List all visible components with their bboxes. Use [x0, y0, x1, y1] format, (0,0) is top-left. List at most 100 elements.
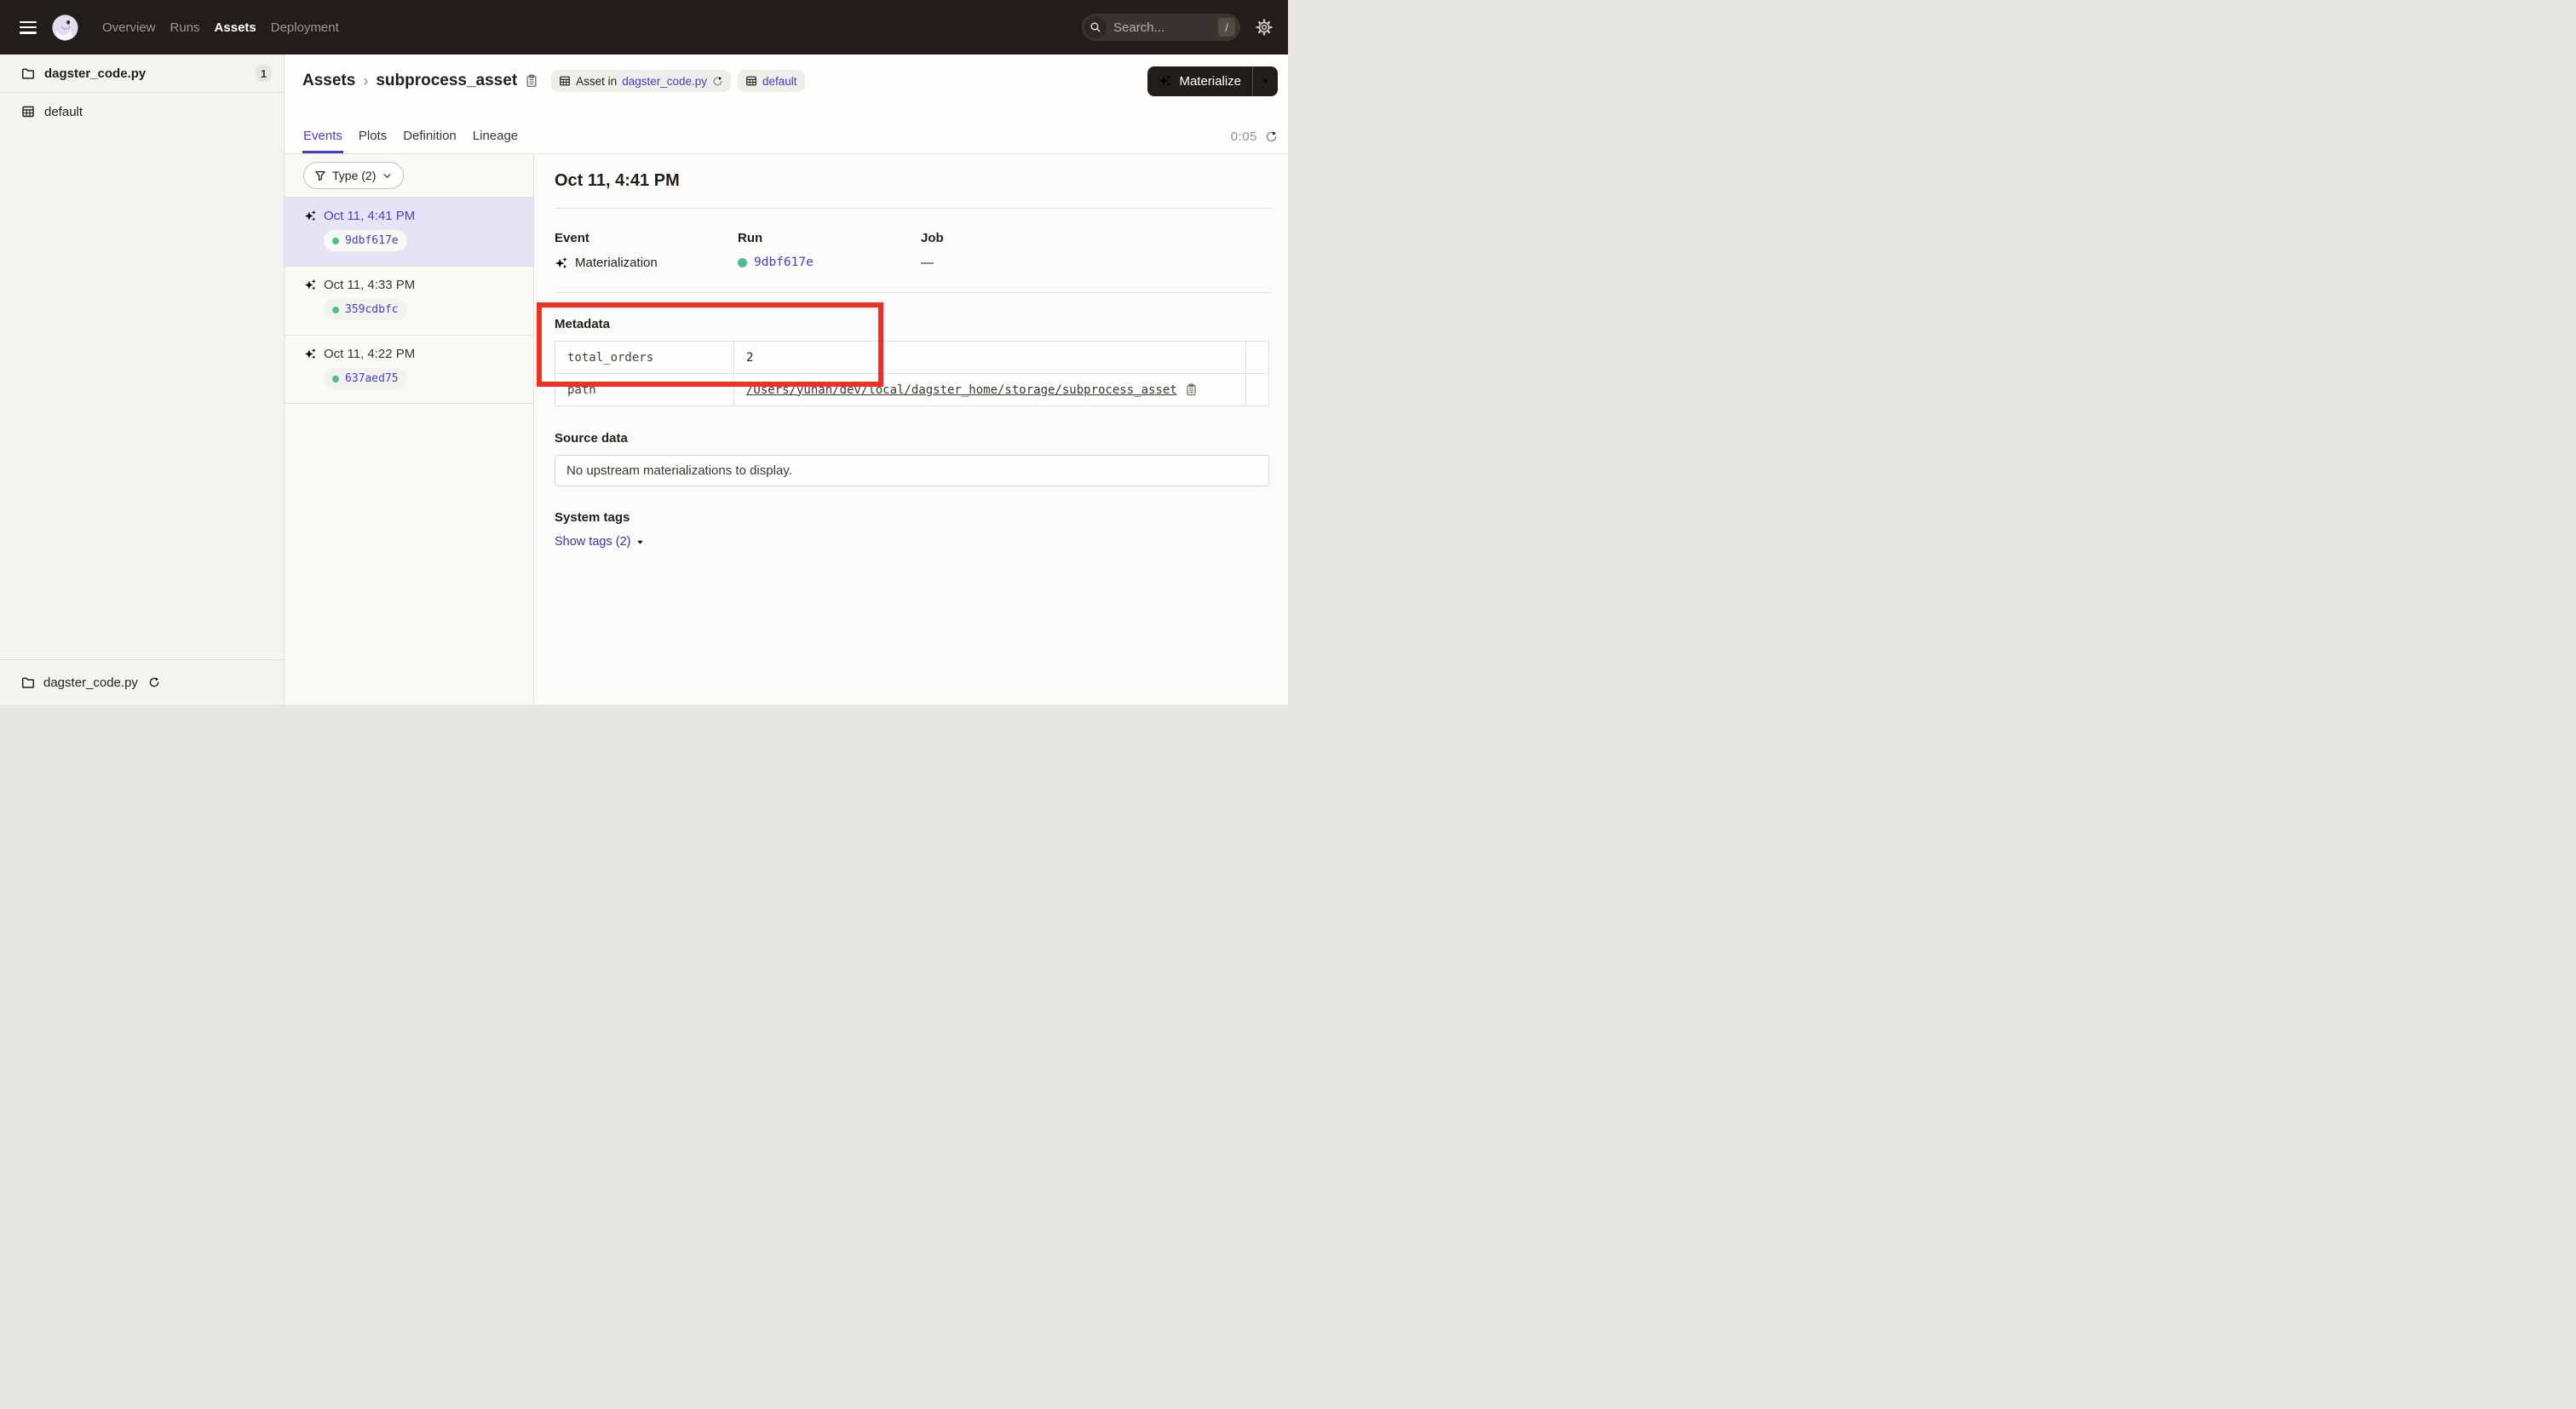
type-filter-button[interactable]: Type (2)	[303, 162, 404, 189]
asset-chip-prefix: Asset in	[576, 75, 617, 88]
main-panel: Assets › subprocess_asset Asset in dagst…	[285, 55, 1288, 704]
refresh-timer: 0:05	[1231, 129, 1257, 144]
run-status-dot	[332, 307, 339, 313]
event-type-value: Materialization	[575, 256, 658, 270]
nav-runs[interactable]: Runs	[170, 20, 200, 35]
folder-icon	[21, 676, 35, 689]
event-column-label: Event	[555, 231, 738, 245]
sidebar-item-default-group[interactable]: default	[0, 93, 284, 130]
metadata-table: total_orders 2 path /Users/yuhan/dev/loc…	[555, 341, 1269, 406]
group-chip[interactable]: default	[738, 70, 805, 92]
hamburger-menu-icon[interactable]	[20, 21, 37, 34]
folder-icon	[21, 66, 35, 80]
sparkle-icon	[1159, 74, 1172, 88]
tab-events[interactable]: Events	[302, 129, 343, 153]
group-label: default	[44, 105, 83, 119]
asset-content: Type (2) Oct 11, 4:41 PM 9dbf617e	[285, 154, 1288, 704]
metadata-value: 2	[734, 342, 1246, 374]
asset-grid-icon	[559, 75, 571, 87]
run-id-pill[interactable]: 359cdbfc	[324, 299, 407, 320]
show-tags-toggle[interactable]: Show tags (2)	[555, 535, 645, 549]
caret-down-icon	[635, 538, 645, 547]
reload-location-icon[interactable]	[712, 76, 723, 87]
tab-plots[interactable]: Plots	[358, 129, 388, 153]
run-status-dot	[332, 376, 339, 382]
job-column-label: Job	[921, 231, 944, 245]
materialize-button[interactable]: Materialize	[1147, 66, 1252, 96]
asset-tabs: Events Plots Definition Lineage 0:05	[302, 129, 1278, 153]
sidebar-footer-code-location[interactable]: dagster_code.py	[0, 659, 284, 704]
metadata-end-cell	[1246, 374, 1269, 406]
system-tags-heading: System tags	[555, 510, 1272, 525]
copy-asset-name-icon[interactable]	[525, 74, 538, 88]
event-timestamp: Oct 11, 4:33 PM	[324, 278, 415, 292]
event-list-item[interactable]: Oct 11, 4:41 PM 9dbf617e	[285, 197, 533, 266]
event-detail-title: Oct 11, 4:41 PM	[555, 171, 1272, 191]
page-title: subprocess_asset	[376, 72, 517, 90]
primary-nav: Overview Runs Assets Deployment	[102, 20, 339, 35]
asset-count-badge: 1	[256, 65, 272, 82]
materialization-sparkle-icon	[555, 256, 568, 270]
nav-deployment[interactable]: Deployment	[271, 20, 339, 35]
code-location-link[interactable]: dagster_code.py	[622, 75, 707, 88]
event-detail-panel: Oct 11, 4:41 PM Event Materialization Ru…	[534, 154, 1288, 704]
metadata-end-cell	[1246, 342, 1269, 374]
events-list: Type (2) Oct 11, 4:41 PM 9dbf617e	[285, 154, 534, 704]
table-row: total_orders 2	[555, 342, 1269, 374]
materialize-label: Materialize	[1179, 74, 1241, 89]
filter-funnel-icon	[314, 170, 326, 181]
materialization-sparkle-icon	[304, 210, 317, 222]
metadata-key: path	[555, 374, 734, 406]
materialize-split-button: Materialize	[1147, 66, 1278, 96]
divider	[555, 292, 1272, 293]
chevron-down-icon	[382, 170, 393, 181]
search-box[interactable]: /	[1082, 14, 1240, 41]
run-status-dot	[738, 258, 747, 267]
path-link[interactable]: /Users/yuhan/dev/local/dagster_home/stor…	[746, 383, 1177, 397]
materialization-sparkle-icon	[304, 348, 317, 360]
run-status-dot	[332, 238, 339, 244]
search-input[interactable]	[1113, 20, 1218, 35]
source-data-empty-box: No upstream materializations to display.	[555, 455, 1269, 486]
run-id-pill[interactable]: 9dbf617e	[324, 230, 407, 251]
event-timestamp: Oct 11, 4:41 PM	[324, 209, 415, 223]
search-icon	[1084, 16, 1107, 38]
search-shortcut-badge: /	[1218, 18, 1235, 37]
run-column-label: Run	[738, 231, 921, 245]
copy-path-icon[interactable]	[1185, 383, 1198, 396]
dagster-logo[interactable]	[50, 13, 80, 43]
sidebar-item-code-location[interactable]: dagster_code.py 1	[0, 55, 284, 93]
breadcrumb: Assets › subprocess_asset	[302, 72, 517, 90]
breadcrumb-separator: ›	[363, 72, 368, 90]
asset-page-header: Assets › subprocess_asset Asset in dagst…	[285, 55, 1288, 154]
nav-assets[interactable]: Assets	[215, 20, 256, 35]
run-id-link[interactable]: 9dbf617e	[754, 256, 814, 269]
source-data-empty-message: No upstream materializations to display.	[566, 463, 792, 478]
tab-lineage[interactable]: Lineage	[472, 129, 519, 153]
tab-definition[interactable]: Definition	[402, 129, 457, 153]
table-row: path /Users/yuhan/dev/local/dagster_home…	[555, 374, 1269, 406]
source-data-heading: Source data	[555, 431, 1272, 446]
metadata-heading: Metadata	[555, 317, 1272, 331]
reload-code-location-icon[interactable]	[148, 676, 160, 688]
event-list-item[interactable]: Oct 11, 4:33 PM 359cdbfc	[285, 266, 533, 335]
footer-code-location-label: dagster_code.py	[43, 676, 138, 690]
materialize-options-caret[interactable]	[1253, 66, 1278, 96]
settings-gear-icon[interactable]	[1256, 19, 1273, 36]
breadcrumb-assets-link[interactable]: Assets	[302, 72, 355, 90]
group-grid-icon	[745, 75, 757, 87]
metadata-key: total_orders	[555, 342, 734, 374]
sidebar: dagster_code.py 1 default dagster_code.p…	[0, 55, 285, 704]
code-location-label: dagster_code.py	[44, 66, 146, 81]
run-id-pill[interactable]: 637aed75	[324, 368, 407, 389]
divider	[555, 208, 1272, 209]
job-value: —	[921, 256, 934, 270]
asset-location-chip[interactable]: Asset in dagster_code.py	[551, 70, 731, 92]
event-timestamp: Oct 11, 4:22 PM	[324, 347, 415, 361]
event-list-item[interactable]: Oct 11, 4:22 PM 637aed75	[285, 335, 533, 404]
asset-group-icon	[21, 105, 35, 118]
group-link[interactable]: default	[762, 75, 797, 88]
refresh-icon[interactable]	[1265, 130, 1278, 143]
nav-overview[interactable]: Overview	[102, 20, 156, 35]
navbar-right: /	[1082, 14, 1273, 41]
